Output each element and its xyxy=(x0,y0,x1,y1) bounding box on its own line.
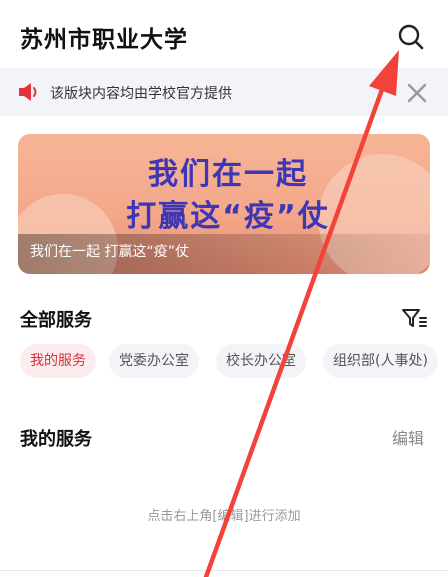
banner-headline-line1: 我们在一起 xyxy=(148,157,308,192)
tab-my-services[interactable]: 我的服务 xyxy=(20,344,96,378)
notice-text: 该版块内容均由学校官方提供 xyxy=(50,86,232,102)
banner-headline: 我们在一起 打赢这“疫”仗 xyxy=(108,154,348,238)
speaker-icon xyxy=(18,82,40,102)
banner-headline-line2: 打赢这“疫”仗 xyxy=(126,199,330,234)
tab-president-office[interactable]: 校长办公室 xyxy=(216,344,306,378)
empty-hint: 点击右上角[编辑]进行添加 xyxy=(147,509,301,524)
search-icon[interactable] xyxy=(396,22,426,52)
banner-carousel[interactable]: 我们在一起 打赢这“疫”仗 我们在一起 打赢这“疫”仗 xyxy=(18,134,430,274)
my-services-title: 我的服务 xyxy=(20,429,92,450)
app-header: 苏州市职业大学 xyxy=(0,0,448,68)
close-icon[interactable] xyxy=(405,81,429,105)
filter-icon[interactable] xyxy=(400,306,428,330)
divider xyxy=(0,570,448,571)
page-title: 苏州市职业大学 xyxy=(20,27,188,53)
service-category-tabs: 我的服务 党委办公室 校长办公室 组织部(人事处) xyxy=(20,344,448,378)
edit-button[interactable]: 编辑 xyxy=(392,425,424,449)
notice-bar: 该版块内容均由学校官方提供 xyxy=(0,68,448,116)
all-services-title: 全部服务 xyxy=(20,310,92,331)
tab-organization-dept[interactable]: 组织部(人事处) xyxy=(323,344,438,378)
banner-caption: 我们在一起 打赢这“疫”仗 xyxy=(30,244,189,260)
tab-party-office[interactable]: 党委办公室 xyxy=(109,344,199,378)
